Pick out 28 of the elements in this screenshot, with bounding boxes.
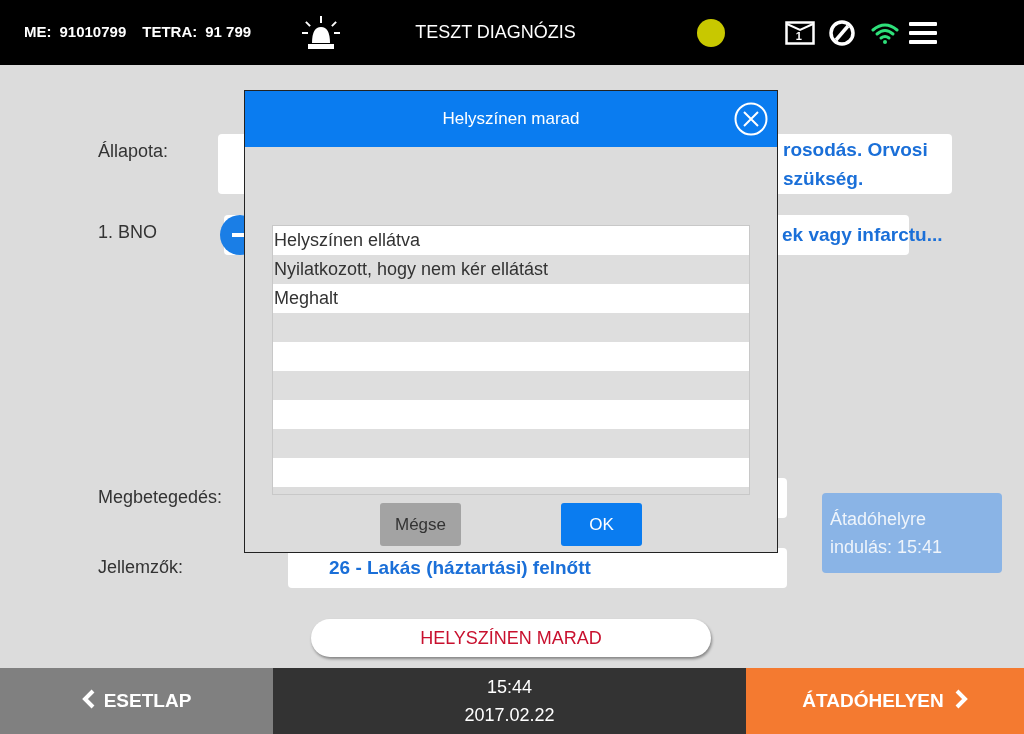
cancel-button[interactable]: Mégse <box>380 503 461 546</box>
field-label: Jellemzők: <box>98 556 185 579</box>
tetra-number: 91 799 <box>205 22 252 43</box>
option-item[interactable]: Meghalt <box>273 284 749 313</box>
chevron-right-icon <box>953 688 968 709</box>
mail-icon[interactable]: 1 <box>784 20 815 45</box>
close-button[interactable] <box>734 102 768 136</box>
dialog-title: Helyszínen marad <box>442 108 580 131</box>
siren-icon[interactable] <box>301 14 342 51</box>
stay-on-site-button[interactable]: HELYSZÍNEN MARAD <box>311 619 711 657</box>
menu-icon[interactable] <box>908 21 937 44</box>
field-label: Állapota: <box>98 140 170 163</box>
status-dot-icon <box>695 17 726 48</box>
clock-time: 15:44 <box>485 676 533 699</box>
unit-number: 91010799 <box>59 22 127 43</box>
departure-note: Átadóhelyre indulás: 15:41 <box>822 493 1002 573</box>
field-label: Megbetegedés: <box>98 486 224 509</box>
ok-button[interactable]: OK <box>561 503 642 546</box>
back-button[interactable]: ESETLAP <box>0 668 273 734</box>
unit-label: ME: <box>24 22 52 43</box>
no-entry-icon[interactable] <box>828 19 855 46</box>
screen-title: TESZT DIAGNÓZIS <box>415 20 576 44</box>
clock-date: 2017.02.22 <box>463 704 556 727</box>
field-label: 1. BNO <box>98 221 159 244</box>
option-item[interactable]: Helyszínen ellátva <box>273 226 749 255</box>
chevron-left-icon <box>81 688 96 709</box>
tetra-label: TETRA: <box>142 22 198 43</box>
wifi-icon <box>870 21 899 44</box>
